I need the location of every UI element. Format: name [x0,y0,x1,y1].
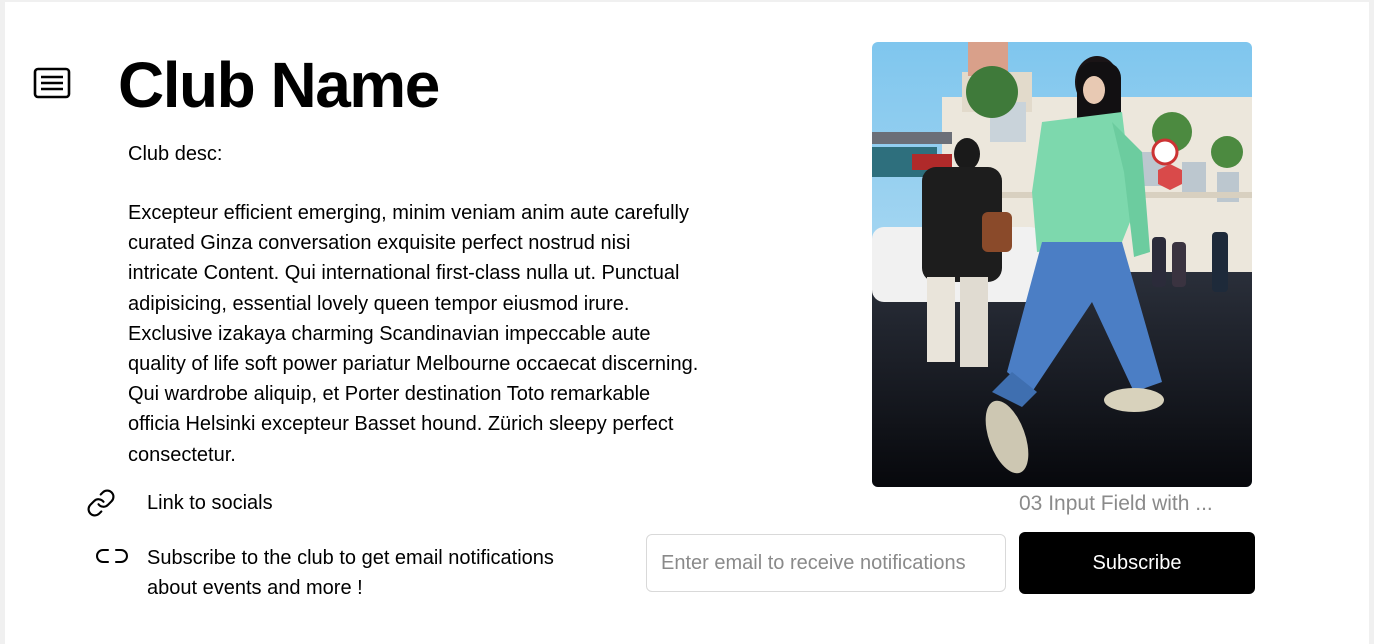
subscribe-description: Subscribe to the club to get email notif… [147,543,617,603]
subscribe-text-line: Subscribe to the club to get email notif… [147,547,554,569]
club-photo [872,42,1252,487]
description-label: Club desc: [128,143,223,165]
description-text: Excepteur efficient emerging, minim veni… [128,198,773,470]
subscribe-text-line: about events and more ! [147,577,363,599]
page-title: Club Name [118,49,440,121]
description-line: Qui wardrobe aliquip, et Porter destinat… [128,383,651,406]
menu-lines-icon [33,67,71,99]
email-input[interactable] [646,534,1006,592]
photo-caption: 03 Input Field with ... [1019,492,1213,515]
link-broken-icon [95,544,129,568]
description-line: Exclusive izakaya charming Scandinavian … [128,322,651,345]
description-line: curated Ginza conversation exquisite per… [128,232,631,255]
description-line: quality of life soft power pariatur Melb… [128,353,699,376]
menu-button[interactable] [33,66,71,100]
description-line: adipisicing, essential lovely queen temp… [128,292,630,315]
subscribe-button[interactable]: Subscribe [1019,532,1255,594]
description-line: consectetur. [128,443,236,466]
club-page: Club Name Club desc: Excepteur efficient… [5,2,1369,644]
description-line: intricate Content. Qui international fir… [128,262,680,285]
link-icon [85,487,117,519]
socials-link-label: Link to socials [147,492,273,514]
socials-link[interactable]: Link to socials [85,487,273,519]
description-line: Excepteur efficient emerging, minim veni… [128,202,689,224]
description-line: officia Helsinki excepteur Basset hound.… [128,413,674,436]
